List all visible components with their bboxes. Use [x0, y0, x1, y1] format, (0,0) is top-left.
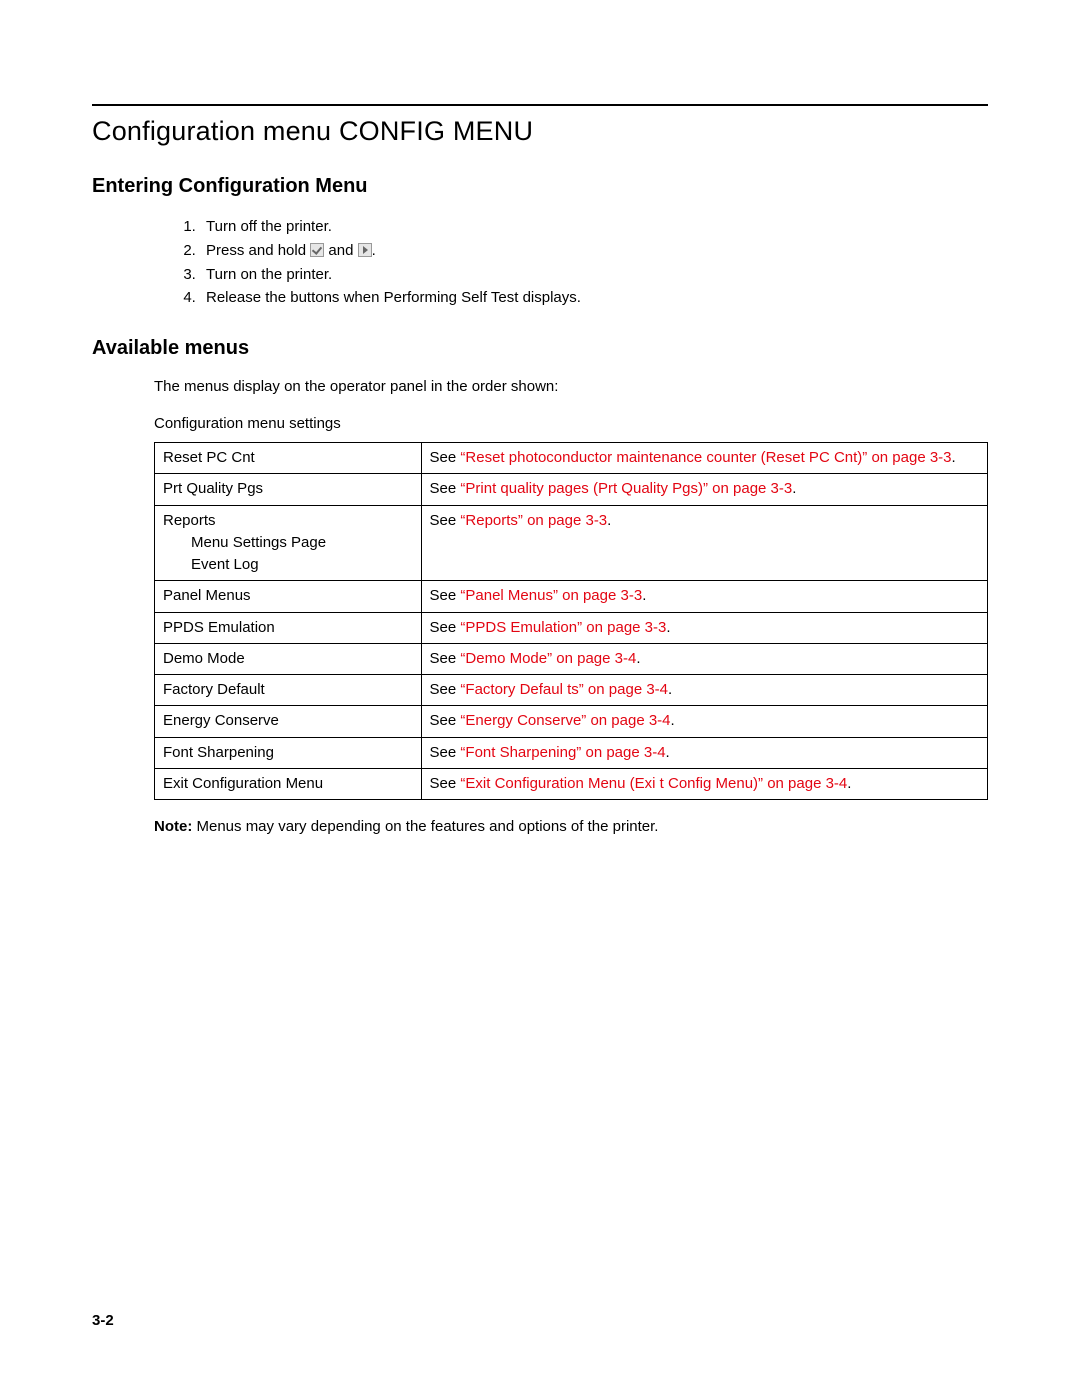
setting-name-cell: Factory Default	[155, 675, 422, 706]
setting-ref-cell: See “Energy Conserve” on page 3-4.	[421, 706, 987, 737]
see-suffix: .	[666, 619, 670, 636]
see-suffix: .	[668, 681, 672, 698]
setting-name: Exit Configuration Menu	[163, 775, 323, 792]
setting-name-cell: Panel Menus	[155, 581, 422, 612]
config-settings-table: Reset PC Cnt See “Reset photoconductor ma…	[154, 442, 988, 800]
setting-name-cell: Exit Configuration Menu	[155, 768, 422, 799]
setting-ref-cell: See “Reports” on page 3-3.	[421, 505, 987, 581]
setting-ref-cell: See “Reset photoconductor maintenance co…	[421, 443, 987, 474]
setting-name: Demo Mode	[163, 650, 245, 667]
step-text-suffix: .	[372, 242, 376, 259]
see-suffix: .	[792, 480, 796, 497]
setting-name-cell: Reports Menu Settings PageEvent Log	[155, 505, 422, 581]
cross-reference-link[interactable]: “Factory Defaul ts” on page 3-4	[460, 681, 668, 698]
cross-reference-link[interactable]: “Demo Mode” on page 3-4	[460, 650, 636, 667]
note-paragraph: Note: Menus may vary depending on the fe…	[92, 818, 988, 835]
note-text: Menus may vary depending on the features…	[197, 818, 659, 835]
setting-name: Reset PC Cnt	[163, 449, 255, 466]
see-prefix: See	[430, 587, 461, 604]
cross-reference-link[interactable]: “Print quality pages (Prt Quality Pgs)” …	[460, 480, 792, 497]
see-prefix: See	[430, 775, 461, 792]
table-row: PPDS Emulation See “PPDS Emulation” on pa…	[155, 612, 988, 643]
section-available-title: Available menus	[92, 337, 988, 360]
setting-ref-cell: See “Exit Configuration Menu (Exi t Conf…	[421, 768, 987, 799]
setting-name: Reports	[163, 512, 216, 529]
see-prefix: See	[430, 480, 461, 497]
cross-reference-link[interactable]: “Exit Configuration Menu (Exi t Config M…	[460, 775, 847, 792]
setting-name: Font Sharpening	[163, 744, 274, 761]
section-entering-title: Entering Configuration Menu	[92, 175, 988, 198]
setting-sub-item: Event Log	[163, 555, 413, 575]
note-label: Note:	[154, 818, 197, 835]
document-page: Configuration menu CONFIG MENU Entering …	[0, 0, 1080, 1397]
see-prefix: See	[430, 712, 461, 729]
setting-name: PPDS Emulation	[163, 619, 275, 636]
step-item: Press and hold and .	[200, 240, 988, 262]
table-row: Demo Mode See “Demo Mode” on page 3-4.	[155, 643, 988, 674]
right-arrow-icon	[358, 243, 372, 257]
page-title: Configuration menu CONFIG MENU	[92, 116, 988, 147]
see-suffix: .	[642, 587, 646, 604]
table-row: Exit Configuration Menu See “Exit Configu…	[155, 768, 988, 799]
table-row: Reports Menu Settings PageEvent Log See “R…	[155, 505, 988, 581]
table-row: Font Sharpening See “Font Sharpening” on …	[155, 737, 988, 768]
table-row: Panel Menus See “Panel Menus” on page 3-3…	[155, 581, 988, 612]
see-prefix: See	[430, 681, 461, 698]
see-suffix: .	[666, 744, 670, 761]
see-prefix: See	[430, 744, 461, 761]
top-rule	[92, 104, 988, 106]
see-prefix: See	[430, 619, 461, 636]
setting-name: Prt Quality Pgs	[163, 480, 263, 497]
table-row: Energy Conserve See “Energy Conserve” on …	[155, 706, 988, 737]
cross-reference-link[interactable]: “PPDS Emulation” on page 3-3	[460, 619, 666, 636]
setting-sub-item: Menu Settings Page	[163, 533, 413, 553]
see-suffix: .	[671, 712, 675, 729]
setting-name-cell: Reset PC Cnt	[155, 443, 422, 474]
setting-ref-cell: See “Demo Mode” on page 3-4.	[421, 643, 987, 674]
setting-name: Factory Default	[163, 681, 265, 698]
setting-ref-cell: See “Panel Menus” on page 3-3.	[421, 581, 987, 612]
table-row: Prt Quality Pgs See “Print quality pages …	[155, 474, 988, 505]
step-text-mid: and	[324, 242, 357, 259]
cross-reference-link[interactable]: “Reports” on page 3-3	[460, 512, 607, 529]
cross-reference-link[interactable]: “Panel Menus” on page 3-3	[460, 587, 642, 604]
step-text-prefix: Press and hold	[206, 242, 310, 259]
cross-reference-link[interactable]: “Reset photoconductor maintenance counte…	[460, 449, 951, 466]
setting-ref-cell: See “Print quality pages (Prt Quality Pg…	[421, 474, 987, 505]
page-number: 3-2	[92, 1312, 114, 1329]
setting-ref-cell: See “Factory Defaul ts” on page 3-4.	[421, 675, 987, 706]
see-suffix: .	[952, 449, 956, 466]
see-suffix: .	[607, 512, 611, 529]
check-icon	[310, 243, 324, 257]
setting-name: Energy Conserve	[163, 712, 279, 729]
cross-reference-link[interactable]: “Energy Conserve” on page 3-4	[460, 712, 670, 729]
setting-name-cell: Font Sharpening	[155, 737, 422, 768]
setting-ref-cell: See “PPDS Emulation” on page 3-3.	[421, 612, 987, 643]
see-prefix: See	[430, 512, 461, 529]
setting-name-cell: PPDS Emulation	[155, 612, 422, 643]
entering-steps-list: Turn off the printer. Press and hold and…	[92, 216, 988, 309]
setting-name: Panel Menus	[163, 587, 251, 604]
table-caption: Configuration menu settings	[92, 415, 988, 432]
see-prefix: See	[430, 449, 461, 466]
see-suffix: .	[636, 650, 640, 667]
see-suffix: .	[847, 775, 851, 792]
setting-ref-cell: See “Font Sharpening” on page 3-4.	[421, 737, 987, 768]
setting-name-cell: Energy Conserve	[155, 706, 422, 737]
table-row: Reset PC Cnt See “Reset photoconductor ma…	[155, 443, 988, 474]
setting-name-cell: Demo Mode	[155, 643, 422, 674]
see-prefix: See	[430, 650, 461, 667]
available-intro: The menus display on the operator panel …	[92, 378, 988, 395]
table-row: Factory Default See “Factory Defaul ts” o…	[155, 675, 988, 706]
step-item: Turn off the printer.	[200, 216, 988, 238]
step-item: Turn on the printer.	[200, 264, 988, 286]
setting-name-cell: Prt Quality Pgs	[155, 474, 422, 505]
cross-reference-link[interactable]: “Font Sharpening” on page 3-4	[460, 744, 665, 761]
step-item: Release the buttons when Performing Self…	[200, 287, 988, 309]
